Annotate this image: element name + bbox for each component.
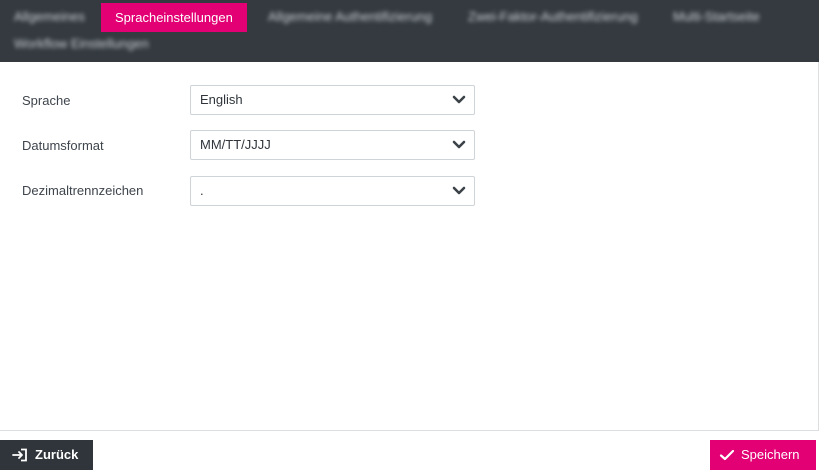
- date-format-label: Datumsformat: [22, 138, 104, 153]
- tab-workflow-settings[interactable]: Workflow Einstellungen: [14, 30, 149, 58]
- decimal-separator-select-value: .: [200, 183, 204, 198]
- back-button-label: Zurück: [35, 447, 79, 462]
- language-settings-panel: Sprache English Datumsformat MM/TT/JJJJ …: [0, 62, 819, 431]
- chevron-down-icon: [452, 95, 466, 104]
- back-button[interactable]: Zurück: [0, 440, 93, 470]
- chevron-down-icon: [452, 140, 466, 149]
- tab-multi-startpage[interactable]: Multi-Startseite: [673, 3, 760, 31]
- language-label: Sprache: [22, 93, 71, 108]
- language-select[interactable]: English: [190, 85, 475, 115]
- save-button-label: Speichern: [741, 447, 800, 462]
- tab-general[interactable]: Allgemeines: [14, 3, 85, 31]
- check-icon: [719, 449, 735, 461]
- decimal-separator-select[interactable]: .: [190, 176, 475, 206]
- date-format-select-value: MM/TT/JJJJ: [200, 137, 271, 152]
- settings-tab-bar: Allgemeines Spracheinstellungen Allgemei…: [0, 0, 819, 62]
- sign-in-arrow-icon: [12, 448, 27, 462]
- tab-two-factor-authentication[interactable]: Zwei-Faktor-Authentifizierung: [468, 3, 638, 31]
- tab-general-authentication[interactable]: Allgemeine Authentifizierung: [268, 3, 432, 31]
- date-format-select[interactable]: MM/TT/JJJJ: [190, 130, 475, 160]
- language-select-value: English: [200, 92, 243, 107]
- tab-language-settings[interactable]: Spracheinstellungen: [101, 3, 247, 32]
- save-button[interactable]: Speichern: [710, 440, 816, 470]
- decimal-separator-label: Dezimaltrennzeichen: [22, 183, 144, 198]
- chevron-down-icon: [452, 186, 466, 195]
